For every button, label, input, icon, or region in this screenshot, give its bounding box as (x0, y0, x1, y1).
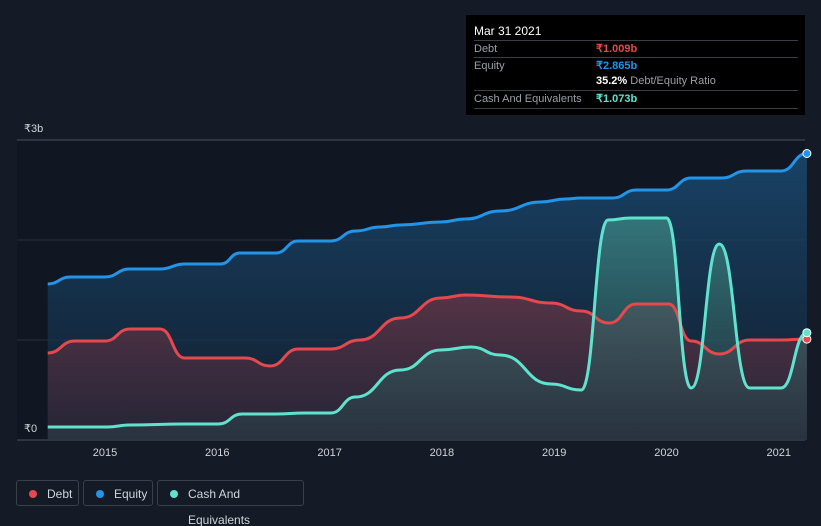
x-tick-label: 2017 (317, 447, 342, 459)
tooltip: Mar 31 2021 Debt ₹1.009b Equity ₹2.865b … (466, 15, 805, 115)
x-tick-label: 2019 (541, 447, 567, 459)
tooltip-cash-row: Cash And Equivalents ₹1.073b (474, 90, 798, 109)
legend-label: Cash And Equivalents (188, 487, 251, 526)
tooltip-date: Mar 31 2021 (474, 24, 542, 38)
equity-dot-icon (96, 490, 104, 498)
tooltip-equity-value: ₹2.865b (596, 60, 638, 72)
x-tick-label: 2018 (429, 447, 455, 459)
legend-label: Debt (47, 487, 73, 501)
x-tick-label: 2021 (766, 447, 792, 459)
x-tick-label: 2020 (654, 447, 679, 459)
chart-container: ₹3b ₹0 2015 2016 2017 2018 2019 2020 2021 Mar … (0, 0, 821, 526)
x-tick-label: 2016 (205, 447, 230, 459)
legend-debt[interactable]: Debt (16, 480, 79, 506)
tooltip-equity-row: Equity ₹2.865b (474, 57, 798, 74)
x-tick-label: 2015 (92, 447, 118, 459)
cash-dot-icon (170, 490, 178, 498)
ratio-label: Debt/Equity Ratio (630, 75, 716, 87)
debt-dot-icon (29, 490, 37, 498)
y-tick-label: ₹0 (24, 423, 38, 435)
tooltip-debt-value: ₹1.009b (596, 43, 638, 55)
legend-label: Equity (114, 487, 148, 501)
tooltip-debt-row: Debt ₹1.009b (474, 40, 798, 57)
tooltip-debt-label: Debt (474, 43, 498, 55)
tooltip-cash-value: ₹1.073b (596, 93, 638, 105)
tooltip-ratio-row: 35.2% Debt/Equity Ratio (474, 73, 798, 89)
cash-end-point (802, 328, 812, 338)
equity-end-point (802, 149, 812, 158)
tooltip-cash-label: Cash And Equivalents (474, 93, 582, 105)
ratio-value: 35.2% (596, 75, 628, 87)
tooltip-equity-label: Equity (474, 60, 505, 72)
legend-equity[interactable]: Equity (83, 480, 153, 506)
tooltip-ratio-value: 35.2% Debt/Equity Ratio (596, 73, 716, 89)
legend-cash[interactable]: Cash And Equivalents (157, 480, 304, 526)
y-tick-label: ₹3b (24, 123, 44, 135)
